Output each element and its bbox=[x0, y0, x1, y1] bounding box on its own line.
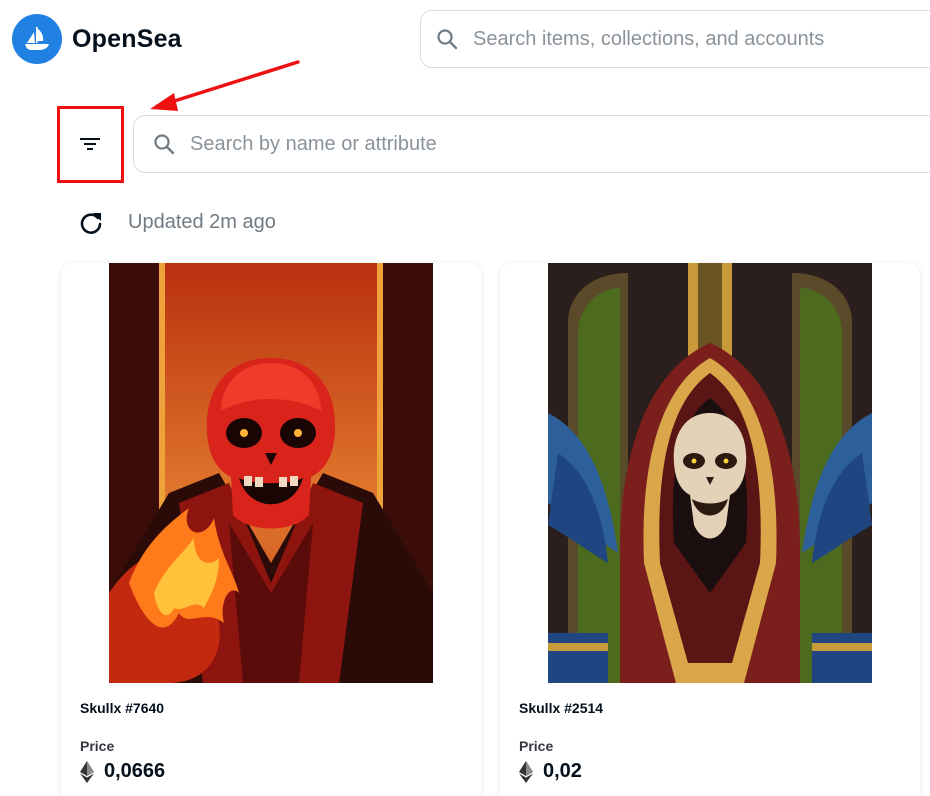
brand-home-link[interactable]: OpenSea bbox=[12, 14, 182, 64]
nft-card[interactable]: Skullx #7640 Price 0,0666 bbox=[61, 263, 481, 796]
refresh-icon[interactable] bbox=[78, 210, 104, 236]
global-search-box[interactable] bbox=[420, 10, 930, 68]
price-row: 0,02 bbox=[519, 760, 582, 783]
nft-name: Skullx #7640 bbox=[80, 700, 165, 716]
price-row: 0,0666 bbox=[80, 760, 165, 783]
brand-name: OpenSea bbox=[72, 24, 182, 53]
nft-card[interactable]: Skullx #2514 Price 0,02 bbox=[500, 263, 920, 796]
price-value: 0,02 bbox=[543, 760, 582, 782]
nft-name: Skullx #2514 bbox=[519, 700, 604, 716]
item-search-box[interactable] bbox=[133, 115, 930, 173]
filter-toggle-button[interactable] bbox=[60, 110, 120, 178]
ethereum-icon bbox=[519, 760, 533, 783]
price-label: Price bbox=[80, 738, 115, 754]
price-label: Price bbox=[519, 738, 554, 754]
item-search-input[interactable] bbox=[190, 132, 890, 156]
top-navigation-bar: OpenSea bbox=[0, 0, 930, 80]
filter-icon bbox=[80, 138, 100, 150]
opensea-logo-icon bbox=[12, 14, 62, 64]
nft-image[interactable] bbox=[109, 263, 433, 683]
global-search-input[interactable] bbox=[473, 27, 930, 51]
search-icon bbox=[154, 134, 175, 155]
nft-image[interactable] bbox=[548, 263, 872, 683]
last-updated-text: Updated 2m ago bbox=[128, 211, 276, 233]
search-icon bbox=[437, 29, 458, 50]
price-value: 0,0666 bbox=[104, 760, 166, 782]
ethereum-icon bbox=[80, 760, 94, 783]
